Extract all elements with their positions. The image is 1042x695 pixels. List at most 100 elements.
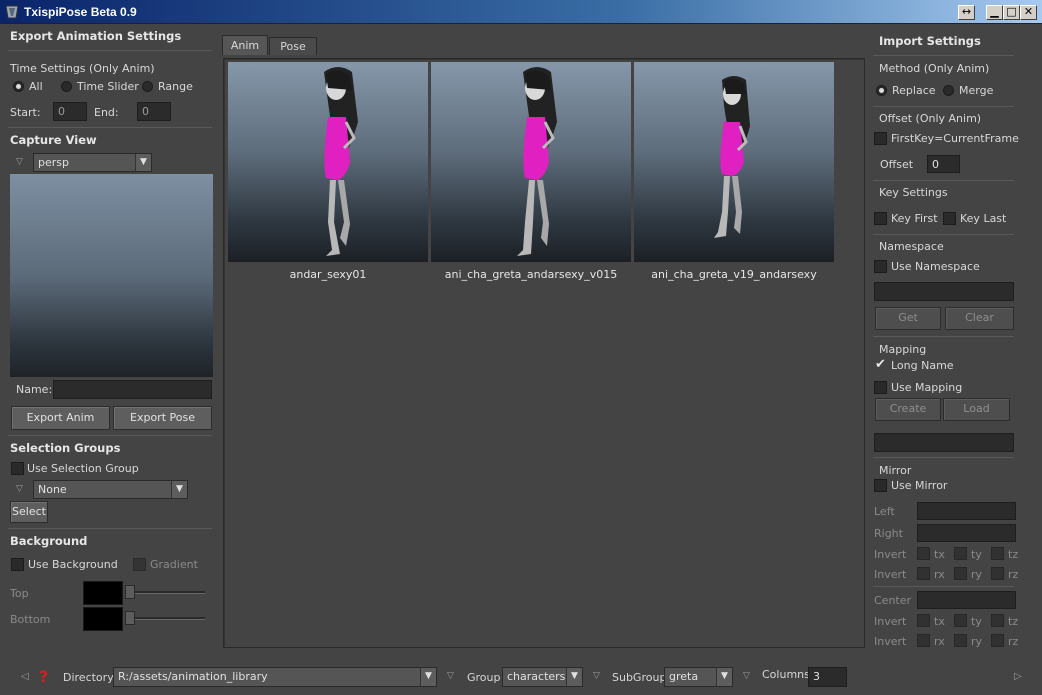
long-name-checkbox[interactable]: ✔ bbox=[874, 358, 887, 371]
chevron-down-icon: ▼ bbox=[566, 668, 582, 686]
end-field[interactable]: 0 bbox=[137, 102, 171, 121]
center-invert-ty-checkbox[interactable] bbox=[954, 614, 967, 627]
center-invert-rx-checkbox[interactable] bbox=[917, 634, 930, 647]
divider bbox=[873, 180, 1014, 181]
thumbnail-card[interactable] bbox=[228, 62, 428, 262]
selection-group-value: None bbox=[38, 483, 67, 496]
load-button[interactable]: Load bbox=[943, 398, 1010, 421]
group-dropdown[interactable]: characters ▼ bbox=[502, 667, 583, 687]
columns-arrow-icon[interactable]: ▽ bbox=[743, 671, 750, 681]
subgroup-label: SubGroup bbox=[612, 671, 667, 684]
create-button[interactable]: Create bbox=[875, 398, 941, 421]
restore-size-icon[interactable]: ↔ bbox=[958, 5, 975, 20]
selection-groups-title: Selection Groups bbox=[10, 441, 121, 455]
camera-dropdown[interactable]: persp ▼ bbox=[33, 153, 152, 172]
bottom-color-slider[interactable] bbox=[127, 617, 205, 620]
subgroup-dropdown[interactable]: greta ▼ bbox=[664, 667, 733, 687]
name-label: Name: bbox=[16, 383, 53, 396]
window-title: TxispiPose Beta 0.9 bbox=[24, 5, 137, 19]
top-color-label: Top bbox=[10, 587, 29, 600]
key-first-checkbox[interactable] bbox=[874, 212, 887, 225]
time-slider-label: Time Slider bbox=[77, 80, 139, 93]
minimize-button[interactable]: ▁ bbox=[986, 5, 1003, 20]
bottom-slider-handle[interactable] bbox=[125, 611, 135, 625]
center-input[interactable] bbox=[917, 591, 1016, 609]
thumbnail-caption: ani_cha_greta_andarsexy_v015 bbox=[444, 268, 618, 281]
invert-ry-checkbox[interactable] bbox=[954, 567, 967, 580]
divider bbox=[873, 234, 1014, 235]
invert-ty-checkbox[interactable] bbox=[954, 547, 967, 560]
chevron-down-icon: ▼ bbox=[135, 154, 151, 171]
start-field[interactable]: 0 bbox=[53, 102, 87, 121]
title-bar[interactable]: TxispiPose Beta 0.9 ↔ ▁ □ ✕ bbox=[0, 0, 1042, 24]
help-icon[interactable]: ? bbox=[39, 667, 48, 686]
time-range-radio[interactable] bbox=[142, 81, 153, 92]
use-mapping-checkbox[interactable] bbox=[874, 381, 887, 394]
group-label: Group bbox=[467, 671, 501, 684]
tab-pose[interactable]: Pose bbox=[269, 37, 317, 55]
directory-dropdown[interactable]: R:/assets/animation_library ▼ bbox=[113, 667, 437, 687]
clear-button[interactable]: Clear bbox=[945, 307, 1014, 330]
bottom-color-swatch[interactable] bbox=[83, 607, 123, 631]
time-slider-radio[interactable] bbox=[61, 81, 72, 92]
group-arrow-icon[interactable]: ▽ bbox=[447, 671, 454, 681]
use-background-checkbox[interactable] bbox=[11, 558, 24, 571]
maximize-button[interactable]: □ bbox=[1003, 5, 1020, 20]
gradient-checkbox[interactable] bbox=[133, 558, 146, 571]
firstkey-label: FirstKey=CurrentFrame bbox=[891, 132, 1019, 145]
top-color-slider[interactable] bbox=[127, 591, 205, 594]
center-invert-tx-checkbox[interactable] bbox=[917, 614, 930, 627]
name-input[interactable] bbox=[53, 380, 212, 399]
namespace-input[interactable] bbox=[874, 282, 1014, 301]
top-color-swatch[interactable] bbox=[83, 581, 123, 605]
mapping-input[interactable] bbox=[874, 433, 1014, 452]
import-settings-title: Import Settings bbox=[879, 34, 981, 48]
collapse-right-icon[interactable]: ▷ bbox=[1014, 671, 1022, 682]
center-invert-rz-checkbox[interactable] bbox=[991, 634, 1004, 647]
namespace-section-label: Namespace bbox=[879, 240, 944, 253]
time-all-label: All bbox=[29, 80, 43, 93]
collapse-arrow-icon[interactable]: ▽ bbox=[16, 157, 23, 167]
invert-rz-checkbox[interactable] bbox=[991, 567, 1004, 580]
use-namespace-checkbox[interactable] bbox=[874, 260, 887, 273]
tab-anim[interactable]: Anim bbox=[222, 35, 268, 55]
collapse-left-icon[interactable]: ◁ bbox=[21, 671, 29, 682]
character-figure bbox=[324, 67, 358, 256]
ry-label: ry bbox=[971, 635, 983, 648]
thumbnail-card[interactable] bbox=[431, 62, 631, 262]
key-last-checkbox[interactable] bbox=[943, 212, 956, 225]
end-label: End: bbox=[94, 106, 119, 119]
columns-input[interactable]: 3 bbox=[808, 667, 847, 687]
firstkey-checkbox[interactable] bbox=[874, 132, 887, 145]
select-button[interactable]: Select bbox=[10, 501, 48, 523]
export-pose-button[interactable]: Export Pose bbox=[113, 406, 212, 430]
time-all-radio[interactable] bbox=[13, 81, 24, 92]
use-mapping-label: Use Mapping bbox=[891, 381, 963, 394]
character-figure bbox=[714, 76, 750, 238]
columns-label: Columns bbox=[762, 668, 810, 681]
selection-group-dropdown[interactable]: None ▼ bbox=[33, 480, 188, 499]
rz-label: rz bbox=[1008, 635, 1019, 648]
invert-tx-checkbox[interactable] bbox=[917, 547, 930, 560]
get-button[interactable]: Get bbox=[875, 307, 941, 330]
divider bbox=[873, 457, 1014, 458]
use-mirror-checkbox[interactable] bbox=[874, 479, 887, 492]
method-label: Method (Only Anim) bbox=[879, 62, 990, 75]
use-background-label: Use Background bbox=[28, 558, 118, 571]
replace-radio[interactable] bbox=[876, 85, 887, 96]
center-invert-ry-checkbox[interactable] bbox=[954, 634, 967, 647]
merge-radio[interactable] bbox=[943, 85, 954, 96]
left-input[interactable] bbox=[917, 502, 1016, 520]
use-selection-group-checkbox[interactable] bbox=[11, 462, 24, 475]
subgroup-arrow-icon[interactable]: ▽ bbox=[593, 671, 600, 681]
invert-tz-checkbox[interactable] bbox=[991, 547, 1004, 560]
offset-input[interactable]: 0 bbox=[927, 155, 960, 173]
right-input[interactable] bbox=[917, 524, 1016, 542]
export-anim-button[interactable]: Export Anim bbox=[11, 406, 110, 430]
thumbnail-card[interactable] bbox=[634, 62, 834, 262]
center-invert-tz-checkbox[interactable] bbox=[991, 614, 1004, 627]
top-slider-handle[interactable] bbox=[125, 585, 135, 599]
collapse-arrow-icon[interactable]: ▽ bbox=[16, 484, 23, 494]
close-button[interactable]: ✕ bbox=[1020, 5, 1037, 20]
invert-rx-checkbox[interactable] bbox=[917, 567, 930, 580]
